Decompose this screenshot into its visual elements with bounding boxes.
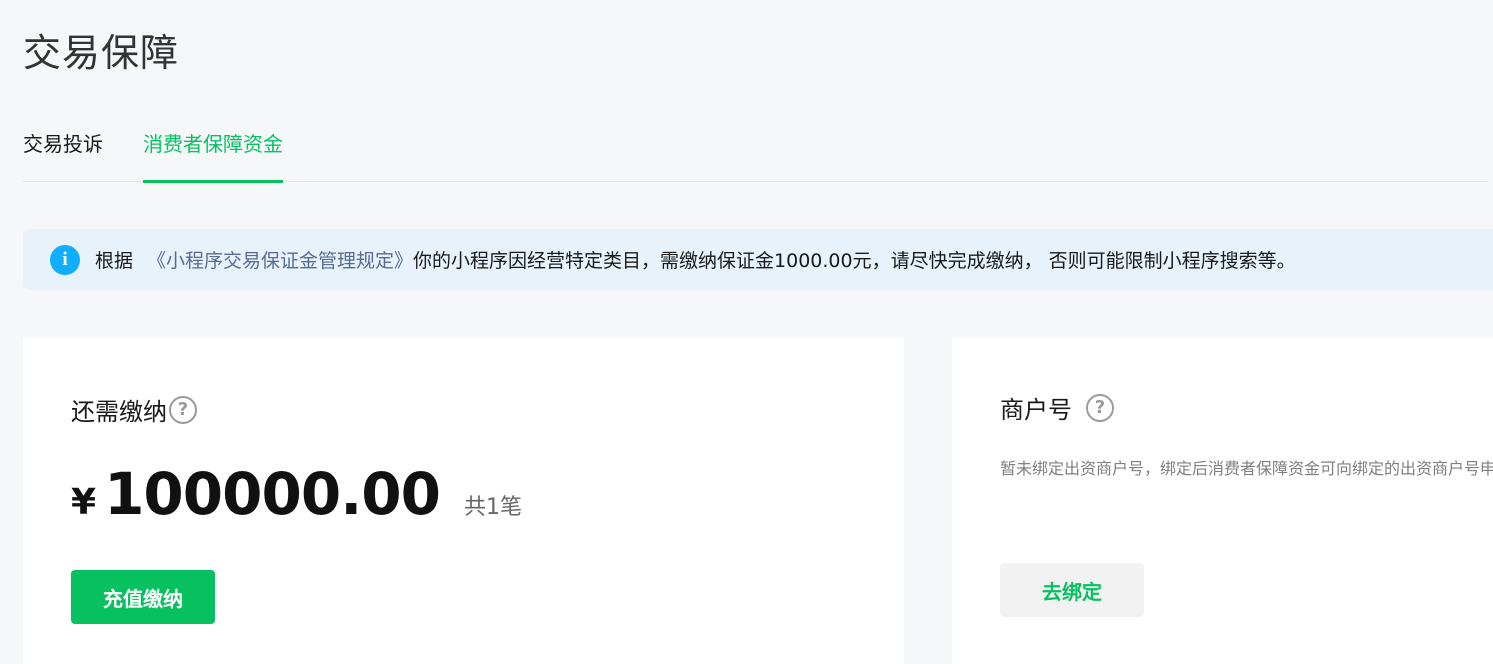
- tab-transaction-complaints[interactable]: 交易投诉: [23, 128, 103, 182]
- notice-prefix: 根据: [95, 250, 134, 272]
- payment-due-card: 还需缴纳 ? ¥ 100000.00 共1笔 充值缴纳: [23, 338, 904, 664]
- payment-count: 共1笔: [463, 495, 522, 520]
- merchant-header: 商户号 ?: [1000, 390, 1114, 425]
- recharge-pay-button[interactable]: 充值缴纳: [71, 570, 215, 624]
- payment-due-header: 还需缴纳 ?: [71, 392, 197, 427]
- tab-bar: 交易投诉 消费者保障资金: [23, 118, 1488, 183]
- merchant-card: 商户号 ? 暂未绑定出资商户号，绑定后消费者保障资金可向绑定的出资商户号申请。 …: [952, 338, 1493, 664]
- bind-merchant-button[interactable]: 去绑定: [1000, 563, 1144, 617]
- tab-consumer-protection-fund[interactable]: 消费者保障资金: [143, 128, 283, 183]
- page-title: 交易保障: [23, 31, 180, 75]
- merchant-label: 商户号: [1000, 396, 1072, 424]
- payment-due-label: 还需缴纳: [71, 398, 167, 426]
- currency-symbol: ¥: [71, 482, 97, 523]
- amount-row: ¥ 100000.00 共1笔: [71, 460, 522, 528]
- merchant-description: 暂未绑定出资商户号，绑定后消费者保障资金可向绑定的出资商户号申请。: [1000, 459, 1493, 478]
- notice-text: 你的小程序因经营特定类目，需缴纳保证金1000.00元，请尽快完成缴纳， 否则可…: [413, 250, 1296, 272]
- question-circle-icon[interactable]: ?: [1086, 393, 1114, 422]
- info-icon: i: [50, 244, 80, 275]
- amount-due: 100000.00: [104, 460, 441, 528]
- question-circle-icon[interactable]: ?: [169, 395, 197, 424]
- regulation-link[interactable]: 《小程序交易保证金管理规定》: [147, 246, 413, 273]
- page: 交易保障 交易投诉 消费者保障资金 i 根据 《小程序交易保证金管理规定》 你的…: [0, 0, 1493, 664]
- notice-banner: i 根据 《小程序交易保证金管理规定》 你的小程序因经营特定类目，需缴纳保证金1…: [23, 229, 1493, 290]
